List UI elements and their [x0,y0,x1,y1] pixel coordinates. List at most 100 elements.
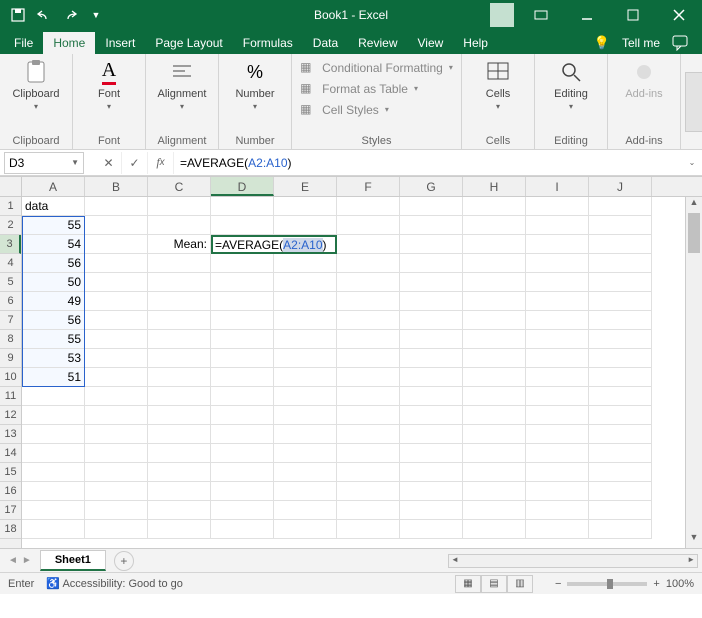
cell-B10[interactable] [85,368,148,387]
cell-G2[interactable] [400,216,463,235]
cell-D10[interactable] [211,368,274,387]
cell-C8[interactable] [148,330,211,349]
page-break-view-button[interactable]: ▥ [507,575,533,593]
cell-H2[interactable] [463,216,526,235]
cell-H7[interactable] [463,311,526,330]
cell-E9[interactable] [274,349,337,368]
cell-F4[interactable] [337,254,400,273]
cell-A14[interactable] [22,444,85,463]
insert-function-button[interactable]: fx [148,152,174,174]
cell-I1[interactable] [526,197,589,216]
cells-area[interactable]: data5554Mean:56504956555351 =AVERAGE(A2:… [22,197,685,548]
cell-A18[interactable] [22,520,85,539]
cell-D15[interactable] [211,463,274,482]
cell-A15[interactable] [22,463,85,482]
cell-G7[interactable] [400,311,463,330]
row-13[interactable]: 13 [0,425,21,444]
scroll-thumb[interactable] [688,213,700,253]
cell-I12[interactable] [526,406,589,425]
row-11[interactable]: 11 [0,387,21,406]
cell-D17[interactable] [211,501,274,520]
cell-J7[interactable] [589,311,652,330]
cell-G17[interactable] [400,501,463,520]
cell-C3[interactable]: Mean: [148,235,211,254]
cell-E17[interactable] [274,501,337,520]
cell-C9[interactable] [148,349,211,368]
cell-A11[interactable] [22,387,85,406]
alignment-button[interactable]: Alignment ▾ [154,58,210,111]
cell-F2[interactable] [337,216,400,235]
cell-D14[interactable] [211,444,274,463]
cell-C4[interactable] [148,254,211,273]
cell-B13[interactable] [85,425,148,444]
cell-A10[interactable]: 51 [22,368,85,387]
add-sheet-button[interactable]: + [114,551,134,571]
cell-I9[interactable] [526,349,589,368]
cell-E12[interactable] [274,406,337,425]
cell-A8[interactable]: 55 [22,330,85,349]
cell-F7[interactable] [337,311,400,330]
cell-H10[interactable] [463,368,526,387]
cell-D9[interactable] [211,349,274,368]
cell-E8[interactable] [274,330,337,349]
cell-H4[interactable] [463,254,526,273]
tab-formulas[interactable]: Formulas [233,32,303,54]
cell-B8[interactable] [85,330,148,349]
horizontal-scrollbar[interactable] [448,554,698,568]
cell-B9[interactable] [85,349,148,368]
cell-B15[interactable] [85,463,148,482]
row-8[interactable]: 8 [0,330,21,349]
cell-C12[interactable] [148,406,211,425]
cell-J10[interactable] [589,368,652,387]
cell-C15[interactable] [148,463,211,482]
col-B[interactable]: B [85,177,148,196]
tell-me-icon[interactable]: 💡 [594,35,610,51]
cell-E7[interactable] [274,311,337,330]
cell-F8[interactable] [337,330,400,349]
paste-button[interactable]: Clipboard ▾ [8,58,64,111]
cell-I14[interactable] [526,444,589,463]
cell-A4[interactable]: 56 [22,254,85,273]
cell-F17[interactable] [337,501,400,520]
row-14[interactable]: 14 [0,444,21,463]
cell-G3[interactable] [400,235,463,254]
row-7[interactable]: 7 [0,311,21,330]
comments-icon[interactable] [672,35,690,51]
cell-H3[interactable] [463,235,526,254]
cell-D13[interactable] [211,425,274,444]
cell-C17[interactable] [148,501,211,520]
cell-J12[interactable] [589,406,652,425]
tell-me[interactable]: Tell me [620,32,662,54]
cell-F11[interactable] [337,387,400,406]
cell-J13[interactable] [589,425,652,444]
tab-home[interactable]: Home [43,32,95,54]
cell-E11[interactable] [274,387,337,406]
cell-B18[interactable] [85,520,148,539]
cell-E15[interactable] [274,463,337,482]
cell-C5[interactable] [148,273,211,292]
cell-E18[interactable] [274,520,337,539]
cell-F15[interactable] [337,463,400,482]
cell-styles-button[interactable]: ▦Cell Styles▾ [300,100,389,119]
zoom-out-button[interactable]: − [555,578,561,590]
maximize-button[interactable] [610,0,656,30]
cell-A17[interactable] [22,501,85,520]
cell-H13[interactable] [463,425,526,444]
cell-B11[interactable] [85,387,148,406]
cell-H14[interactable] [463,444,526,463]
cell-F13[interactable] [337,425,400,444]
cell-C13[interactable] [148,425,211,444]
sheet-nav[interactable]: ◄► [0,555,40,566]
cell-G14[interactable] [400,444,463,463]
cell-H5[interactable] [463,273,526,292]
row-18[interactable]: 18 [0,520,21,539]
cell-A3[interactable]: 54 [22,235,85,254]
col-A[interactable]: A [22,177,85,196]
cell-I5[interactable] [526,273,589,292]
namebox-dropdown-icon[interactable]: ▼ [71,158,79,167]
editing-button[interactable]: Editing ▾ [543,58,599,111]
cell-A5[interactable]: 50 [22,273,85,292]
cell-F16[interactable] [337,482,400,501]
cell-I8[interactable] [526,330,589,349]
cell-I4[interactable] [526,254,589,273]
